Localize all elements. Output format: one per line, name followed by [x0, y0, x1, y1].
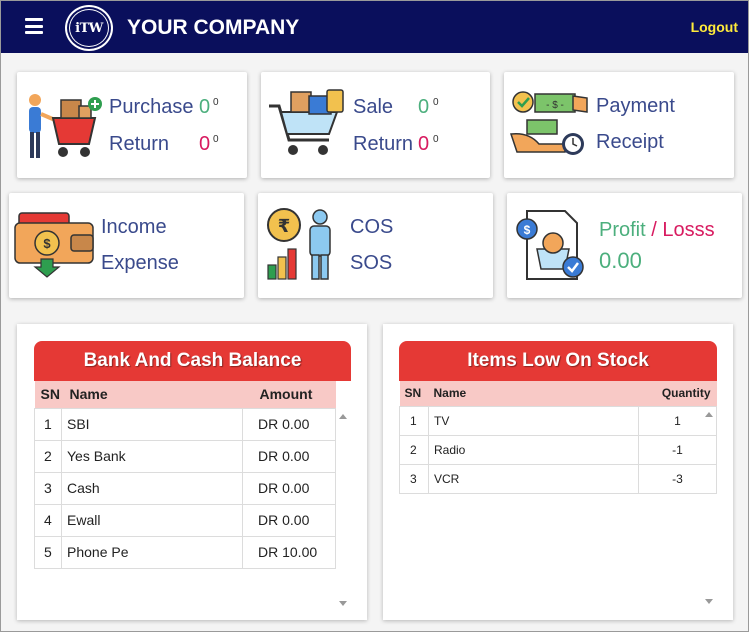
hamburger-menu-icon[interactable]	[25, 18, 43, 34]
table-row[interactable]: 4 Ewall DR 0.00	[34, 503, 336, 537]
table-row[interactable]: 1 SBI DR 0.00	[34, 407, 336, 441]
scroll-up-arrow[interactable]	[339, 414, 347, 419]
purchase-return-sup: 0	[213, 134, 219, 145]
slash-text: /	[645, 219, 663, 241]
receipt-label: Receipt	[596, 131, 664, 153]
table-cell: -3	[638, 463, 717, 494]
logout-link[interactable]: Logout	[691, 19, 738, 35]
company-logo: iTW	[67, 7, 111, 49]
table-row[interactable]: 5 Phone Pe DR 10.00	[34, 535, 336, 569]
expense-label: Expense	[101, 252, 179, 274]
payment-label: Payment	[596, 95, 675, 117]
svg-text:$: $	[43, 236, 51, 251]
sale-label: Sale	[353, 96, 394, 118]
profit-text: Profit	[599, 219, 646, 241]
table-cell: Phone Pe	[61, 535, 243, 569]
shopping-cart-sale-icon	[269, 89, 344, 155]
sale-sup: 0	[433, 97, 439, 108]
cos-label: COS	[350, 216, 394, 238]
svg-text:- $ -: - $ -	[546, 100, 564, 111]
purchase-card[interactable]: Purchase 0 0 Return 0 0	[17, 72, 247, 178]
table-cell: 1	[638, 405, 717, 436]
scroll-up-arrow[interactable]	[705, 412, 713, 417]
svg-text:₹: ₹	[278, 216, 291, 237]
profit-loss-label: Profit / Losss	[599, 219, 715, 242]
low-stock-panel: Items Low On Stock SN Name Quantity 1 TV 1…	[383, 324, 733, 620]
bank-cash-table: SN Name Amount 1 SBI DR 0.00 2 Yes Bank DR 0.…	[34, 381, 336, 569]
column-header-name: Name	[61, 381, 243, 408]
company-name: YOUR COMPANY	[127, 16, 300, 39]
purchase-return-value: 0	[199, 133, 211, 155]
table-cell: 2	[34, 439, 62, 473]
profit-loss-card[interactable]: $ Profit / Losss 0.00	[507, 193, 742, 298]
purchase-sup: 0	[213, 97, 219, 108]
sos-label: SOS	[350, 252, 393, 274]
table-cell: 3	[34, 471, 62, 505]
purchase-return-label: Return	[109, 133, 170, 155]
table-cell: Ewall	[61, 503, 243, 537]
column-header-quantity: Quantity	[638, 381, 717, 406]
payment-card[interactable]: - $ - Payment Receipt	[504, 72, 734, 178]
table-cell: Yes Bank	[61, 439, 243, 473]
svg-text:$: $	[524, 223, 531, 237]
table-header-row: SN Name Amount	[34, 381, 336, 408]
low-stock-title: Items Low On Stock	[399, 341, 717, 381]
profit-document-cake-icon: $	[516, 210, 584, 280]
table-header-row: SN Name Quantity	[399, 381, 717, 406]
table-cell: -1	[638, 434, 717, 465]
table-cell: Radio	[428, 434, 639, 465]
table-cell: 5	[34, 535, 62, 569]
bank-cash-title: Bank And Cash Balance	[34, 341, 351, 381]
table-row[interactable]: 1 TV 1	[399, 405, 717, 436]
income-label: Income	[101, 216, 167, 238]
scroll-down-arrow[interactable]	[339, 601, 347, 606]
table-cell: DR 10.00	[242, 535, 336, 569]
table-row[interactable]: 2 Yes Bank DR 0.00	[34, 439, 336, 473]
income-card[interactable]: $ Income Expense	[9, 193, 244, 298]
table-row[interactable]: 3 VCR -3	[399, 463, 717, 494]
rupee-person-chart-icon: ₹	[267, 208, 331, 280]
column-header-amount: Amount	[242, 381, 336, 408]
table-cell: DR 0.00	[242, 439, 336, 473]
wallet-coin-icon: $	[14, 212, 94, 278]
table-cell: DR 0.00	[242, 471, 336, 505]
profit-loss-value: 0.00	[599, 248, 642, 273]
shopping-cart-person-icon	[29, 94, 102, 158]
purchase-label: Purchase	[109, 96, 194, 118]
table-cell: 1	[399, 405, 429, 436]
column-header-sn: SN	[34, 381, 62, 408]
table-cell: SBI	[61, 407, 243, 441]
table-cell: VCR	[428, 463, 639, 494]
column-header-name: Name	[428, 381, 639, 406]
sale-return-label: Return	[353, 133, 414, 155]
low-stock-table: SN Name Quantity 1 TV 1 2 Radio -1 3 VCR -3	[399, 381, 717, 494]
table-cell: TV	[428, 405, 639, 436]
scroll-down-arrow[interactable]	[705, 599, 713, 604]
table-row[interactable]: 2 Radio -1	[399, 434, 717, 465]
bank-cash-panel: Bank And Cash Balance SN Name Amount 1 SB…	[17, 324, 367, 620]
table-cell: DR 0.00	[242, 503, 336, 537]
purchase-value: 0	[199, 96, 211, 118]
table-cell: 3	[399, 463, 429, 494]
payment-hand-money-icon: - $ -	[509, 91, 588, 155]
table-cell: 4	[34, 503, 62, 537]
sale-return-value: 0	[418, 133, 430, 155]
sale-card[interactable]: Sale 0 0 Return 0 0	[261, 72, 490, 178]
table-row[interactable]: 3 Cash DR 0.00	[34, 471, 336, 505]
table-cell: 1	[34, 407, 62, 441]
cos-card[interactable]: ₹ COS SOS	[258, 193, 493, 298]
sale-value: 0	[418, 96, 430, 118]
sale-return-sup: 0	[433, 134, 439, 145]
table-cell: 2	[399, 434, 429, 465]
table-cell: DR 0.00	[242, 407, 336, 441]
table-cell: Cash	[61, 471, 243, 505]
loss-text: Losss	[662, 219, 715, 241]
column-header-sn: SN	[399, 381, 429, 406]
top-navbar: iTW YOUR COMPANY Logout	[1, 1, 748, 53]
